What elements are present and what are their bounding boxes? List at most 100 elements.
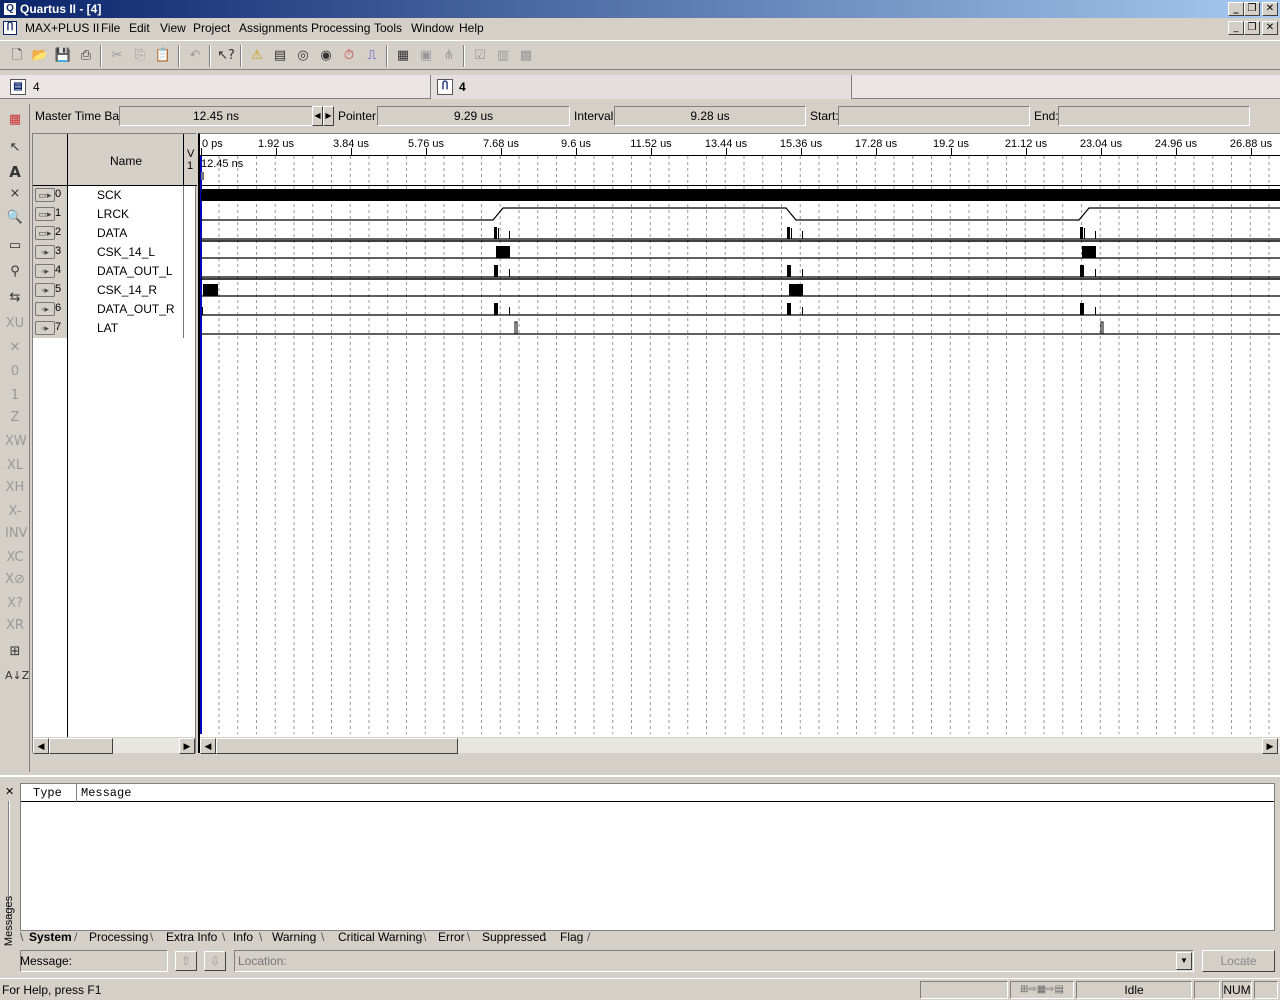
uninitialized-icon[interactable]: XU <box>5 314 25 334</box>
master-time-right-button[interactable]: ▶ <box>323 106 334 126</box>
message-column-header[interactable]: Message <box>81 786 131 800</box>
report-icon[interactable]: ▦ <box>392 45 414 67</box>
close-button[interactable]: ✕ <box>1262 2 1278 16</box>
tab-critical-warning[interactable]: Critical Warning <box>338 930 422 944</box>
tab-extra-info[interactable]: Extra Info <box>166 930 217 944</box>
menu-window[interactable]: Window <box>411 21 454 35</box>
tab-suppressed[interactable]: Suppressed <box>482 930 546 944</box>
minimize-button[interactable]: _ <box>1228 2 1244 16</box>
doc-restore-button[interactable]: ❐ <box>1244 21 1260 35</box>
hierarchy-icon[interactable]: ⋔ <box>438 45 460 67</box>
fitter-icon[interactable]: ◉ <box>315 45 337 67</box>
analysis-icon[interactable]: ◎ <box>292 45 314 67</box>
previous-message-icon[interactable]: ⇧ <box>175 951 197 971</box>
wave-pane-scrollbar[interactable]: ◀ ▶ <box>200 737 1280 754</box>
full-screen-icon[interactable]: ▭ <box>5 236 25 256</box>
menu-edit[interactable]: Edit <box>129 21 150 35</box>
tab-info[interactable]: Info <box>233 930 253 944</box>
doc-minimize-button[interactable]: _ <box>1228 21 1244 35</box>
scroll-thumb[interactable] <box>49 738 113 754</box>
menu-tools[interactable]: Tools <box>374 21 402 35</box>
type-column-header[interactable]: Type <box>33 786 62 800</box>
scroll-left-button[interactable]: ◀ <box>33 738 49 754</box>
next-message-icon[interactable]: ⇩ <box>204 951 226 971</box>
scroll-right-button[interactable]: ▶ <box>1262 738 1278 754</box>
chip-icon[interactable]: ▩ <box>515 45 537 67</box>
tab-error[interactable]: Error <box>438 930 465 944</box>
forcing-high-icon[interactable]: 1 <box>5 386 25 406</box>
signal-row[interactable]: ◦▸ 7 LAT <box>33 319 197 338</box>
location-input[interactable] <box>234 950 1194 972</box>
name-pane-scrollbar[interactable]: ◀ ▶ <box>33 737 195 754</box>
text-tool-icon[interactable]: A <box>5 162 25 182</box>
menu-file[interactable]: File <box>101 21 120 35</box>
signal-row[interactable]: ▭▸ 1 LRCK <box>33 205 197 224</box>
forcing-low-icon[interactable]: 0 <box>5 362 25 382</box>
settings-icon[interactable]: ☑ <box>469 45 491 67</box>
programmer-icon[interactable]: ▥ <box>492 45 514 67</box>
signal-row[interactable]: ◦▸ 6 DATA_OUT_R <box>33 300 197 319</box>
arbitrary-value-icon[interactable]: X? <box>5 594 25 614</box>
tab-warning[interactable]: Warning <box>272 930 316 944</box>
tab-system[interactable]: System <box>29 930 72 944</box>
messages-close-icon[interactable]: ✕ <box>5 785 14 798</box>
new-file-icon[interactable]: 🗋 <box>6 45 28 67</box>
selection-tool-icon[interactable]: ↖ <box>5 138 25 158</box>
replace-icon[interactable]: ⇆ <box>5 288 25 308</box>
dont-care-icon[interactable]: X- <box>5 502 25 522</box>
weak-unknown-icon[interactable]: XW <box>5 432 27 452</box>
cut-icon[interactable]: ✂ <box>106 45 128 67</box>
value-header-label[interactable]: V <box>187 148 194 160</box>
high-impedance-icon[interactable]: Z <box>5 408 25 428</box>
signal-row[interactable]: ▭▸ 0 SCK <box>33 186 197 205</box>
signal-row[interactable]: ▭▸ 2 DATA <box>33 224 197 243</box>
tab-project[interactable]: ▤ 4 <box>0 75 430 99</box>
tab-waveform[interactable]: Ⴖ 4 <box>430 75 852 99</box>
doc-icon[interactable]: Ⴖ <box>3 21 17 35</box>
count-value-icon[interactable]: XC <box>5 548 25 568</box>
compile-icon[interactable]: ▤ <box>269 45 291 67</box>
signal-row[interactable]: ◦▸ 3 CSK_14_L <box>33 243 197 262</box>
find-icon[interactable]: ⚲ <box>5 262 25 282</box>
doc-close-button[interactable]: ✕ <box>1262 21 1278 35</box>
waveform-canvas[interactable] <box>200 134 1280 734</box>
forcing-unknown-icon[interactable]: ✕ <box>5 338 25 358</box>
context-help-icon[interactable]: ↖? <box>215 45 237 67</box>
waveform-editor-icon[interactable]: ▦ <box>5 110 25 130</box>
tab-flag[interactable]: Flag <box>560 930 583 944</box>
random-values-icon[interactable]: XR <box>5 616 25 636</box>
scroll-left-button[interactable]: ◀ <box>200 738 216 754</box>
print-icon[interactable]: ⎙ <box>75 45 97 67</box>
maximize-button[interactable]: ❐ <box>1244 2 1260 16</box>
scroll-right-button[interactable]: ▶ <box>179 738 195 754</box>
master-time-bar-field[interactable]: 12.45 ns <box>119 106 313 126</box>
zoom-tool-icon[interactable]: 🔍 <box>5 208 25 228</box>
scroll-thumb[interactable] <box>216 738 458 754</box>
menu-help[interactable]: Help <box>459 21 484 35</box>
simulate-icon[interactable]: ⎍ <box>361 45 383 67</box>
waveform-editing-tool-icon[interactable]: ⨯ <box>5 184 25 204</box>
locate-button[interactable]: Locate <box>1202 950 1275 972</box>
weak-low-icon[interactable]: XL <box>5 456 25 476</box>
signal-row[interactable]: ◦▸ 4 DATA_OUT_L <box>33 262 197 281</box>
save-icon[interactable]: 💾 <box>52 45 74 67</box>
open-folder-icon[interactable]: 📂 <box>29 45 51 67</box>
sort-icon[interactable]: A↓Z <box>5 666 29 686</box>
tab-processing[interactable]: Processing <box>89 930 148 944</box>
waveform-pane[interactable]: 0 ps 1.92 us 3.84 us 5.76 us 7.68 us 9.6 us 11… <box>198 133 1280 754</box>
timing-icon[interactable]: ⏱ <box>338 45 360 67</box>
copy-icon[interactable]: ⎘ <box>129 45 151 67</box>
signal-row[interactable]: ◦▸ 5 CSK_14_R <box>33 281 197 300</box>
undo-icon[interactable]: ↶ <box>184 45 206 67</box>
overwrite-clock-icon[interactable]: X⊘ <box>5 570 25 590</box>
name-header-label[interactable]: Name <box>110 154 142 168</box>
warning-icon[interactable]: ⚠ <box>246 45 268 67</box>
master-time-left-button[interactable]: ◀ <box>312 106 323 126</box>
location-dropdown-icon[interactable]: ▼ <box>1176 952 1192 970</box>
floorplan-icon[interactable]: ▣ <box>415 45 437 67</box>
menu-maxplus[interactable]: MAX+PLUS II <box>25 21 99 35</box>
menu-processing[interactable]: Processing <box>311 21 370 35</box>
invert-icon[interactable]: INV <box>5 524 27 544</box>
weak-high-icon[interactable]: XH <box>5 478 25 498</box>
paste-icon[interactable]: 📋 <box>152 45 174 67</box>
